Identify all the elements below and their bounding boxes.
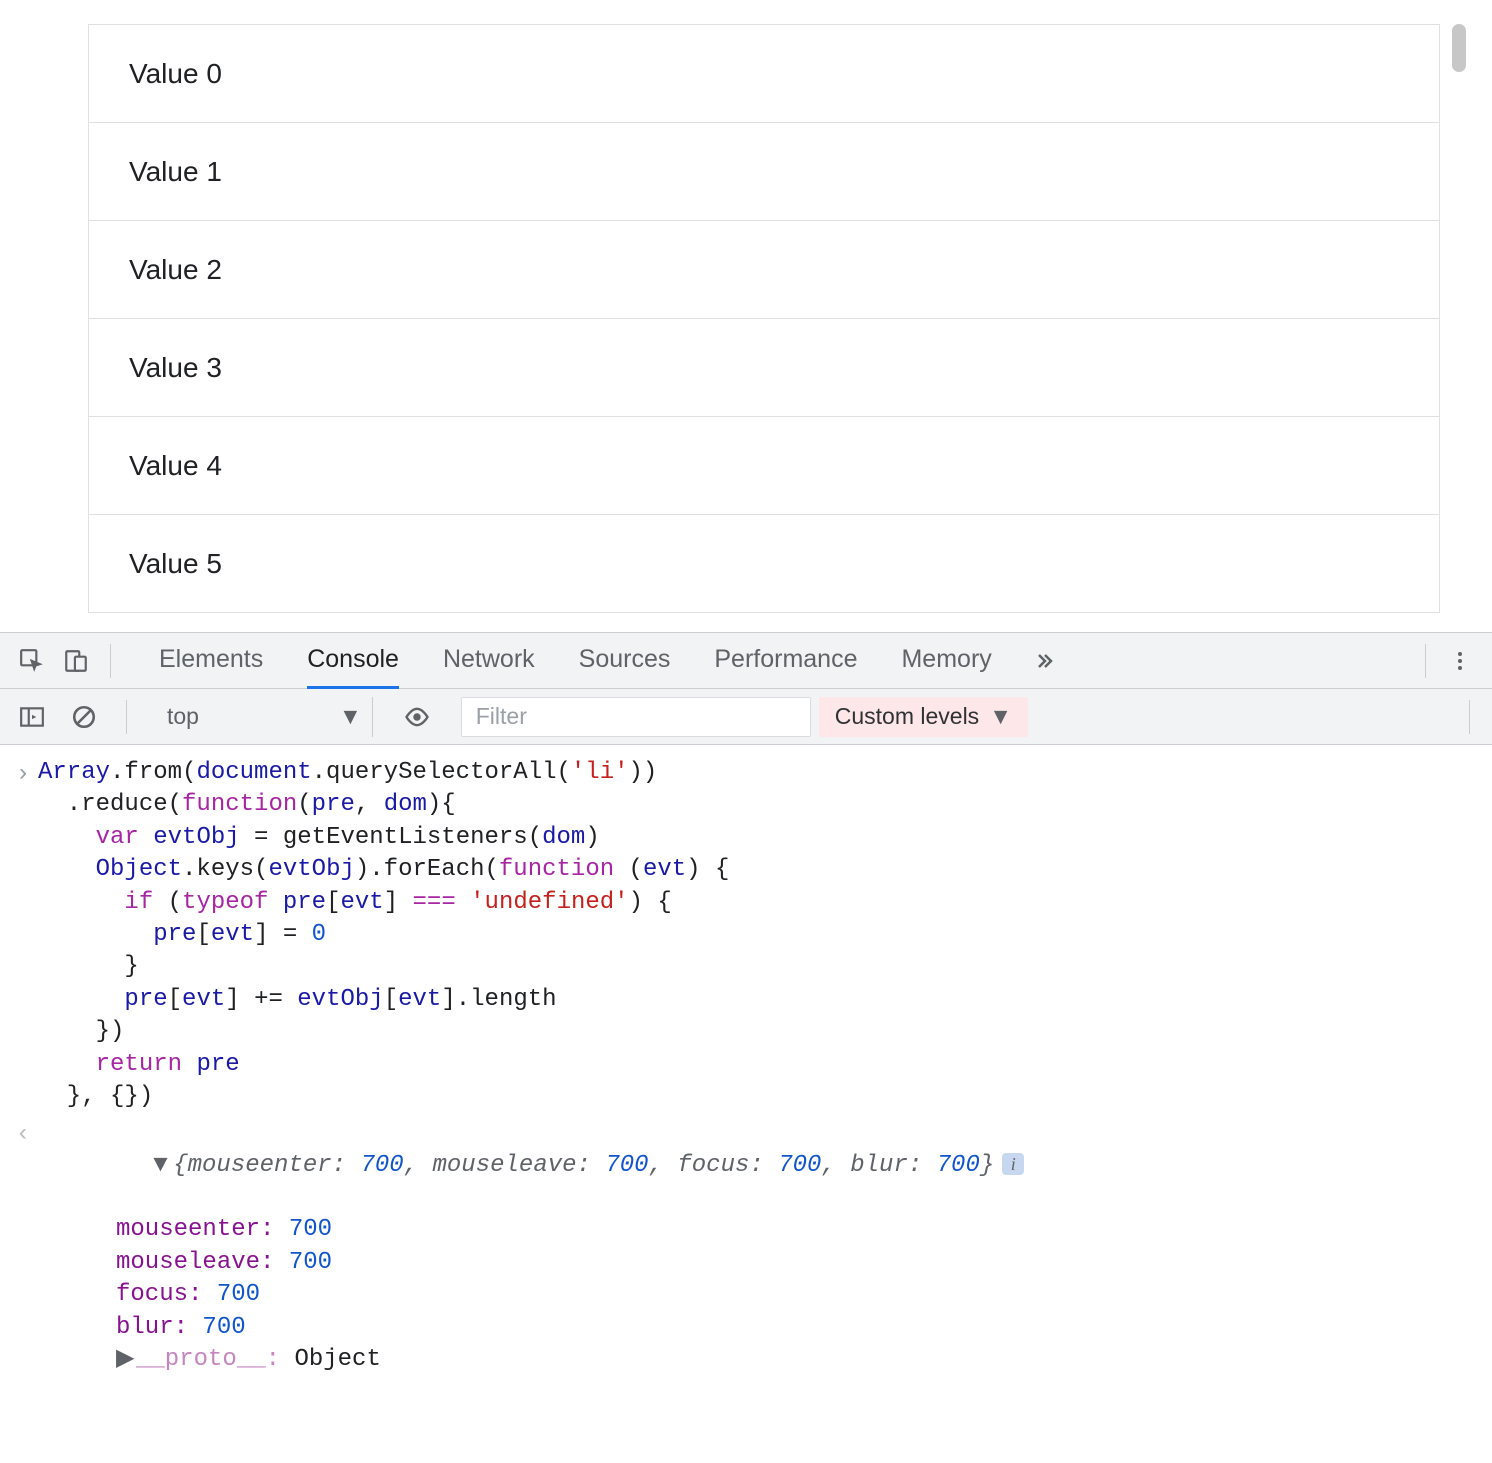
chevron-down-icon: ▼ bbox=[339, 703, 362, 730]
execution-context-label: top bbox=[167, 703, 199, 730]
divider bbox=[126, 700, 127, 734]
inspect-element-icon[interactable] bbox=[10, 639, 54, 683]
devtools-tabbar: Elements Console Network Sources Performance… bbox=[0, 633, 1492, 689]
list-item[interactable]: Value 4 bbox=[89, 417, 1439, 515]
kebab-menu-icon[interactable] bbox=[1438, 639, 1482, 683]
console-filter-input[interactable] bbox=[461, 697, 811, 737]
result-summary: {mouseenter: 700, mouseleave: 700, focus… bbox=[173, 1152, 994, 1179]
console-input-row[interactable]: › Array.from(document.querySelectorAll('… bbox=[0, 755, 1492, 1115]
list-item[interactable]: Value 1 bbox=[89, 123, 1439, 221]
divider bbox=[1469, 700, 1470, 734]
result-property[interactable]: blur: 700 bbox=[116, 1312, 1024, 1344]
log-levels-label: Custom levels bbox=[835, 703, 979, 730]
chevron-down-icon: ▼ bbox=[989, 703, 1012, 730]
clear-console-icon[interactable] bbox=[62, 695, 106, 739]
log-levels-selector[interactable]: Custom levels ▼ bbox=[819, 697, 1028, 737]
page-scrollbar[interactable] bbox=[1452, 24, 1466, 604]
device-toolbar-icon[interactable] bbox=[54, 639, 98, 683]
console-input-code: Array.from(document.querySelectorAll('li… bbox=[38, 757, 729, 1113]
tab-sources[interactable]: Sources bbox=[579, 633, 671, 689]
console-result-row[interactable]: ‹ ▼{mouseenter: 700, mouseleave: 700, fo… bbox=[0, 1115, 1492, 1443]
tab-console[interactable]: Console bbox=[307, 633, 399, 689]
list-item[interactable]: Value 3 bbox=[89, 319, 1439, 417]
list-item[interactable]: Value 5 bbox=[89, 515, 1439, 613]
divider bbox=[1425, 644, 1426, 678]
overflow-tabs-icon[interactable] bbox=[1022, 639, 1066, 683]
tab-elements[interactable]: Elements bbox=[159, 633, 263, 689]
prompt-icon: › bbox=[8, 757, 38, 791]
result-proto[interactable]: ▶__proto__: Object bbox=[116, 1344, 1024, 1376]
info-icon[interactable]: i bbox=[1002, 1153, 1024, 1175]
divider bbox=[110, 644, 111, 678]
result-properties: mouseenter: 700mouseleave: 700focus: 700… bbox=[116, 1214, 1024, 1376]
tab-network[interactable]: Network bbox=[443, 633, 535, 689]
tab-performance[interactable]: Performance bbox=[714, 633, 857, 689]
console-result: ▼{mouseenter: 700, mouseleave: 700, focu… bbox=[38, 1117, 1024, 1441]
list-item[interactable]: Value 2 bbox=[89, 221, 1439, 319]
execution-context-selector[interactable]: top ▼ bbox=[151, 697, 373, 737]
live-expression-icon[interactable] bbox=[395, 695, 439, 739]
console-sidebar-toggle-icon[interactable] bbox=[10, 695, 54, 739]
result-property[interactable]: mouseenter: 700 bbox=[116, 1214, 1024, 1246]
value-list: Value 0Value 1Value 2Value 3Value 4Value… bbox=[88, 24, 1440, 613]
result-property[interactable]: mouseleave: 700 bbox=[116, 1247, 1024, 1279]
tab-memory[interactable]: Memory bbox=[901, 633, 991, 689]
expand-toggle-icon[interactable]: ▶ bbox=[116, 1344, 136, 1376]
result-icon: ‹ bbox=[8, 1117, 38, 1151]
console-output: › Array.from(document.querySelectorAll('… bbox=[0, 745, 1492, 1463]
page-scrollbar-thumb[interactable] bbox=[1452, 24, 1466, 72]
expand-toggle-icon[interactable]: ▼ bbox=[153, 1150, 173, 1182]
devtools-panel: Elements Console Network Sources Performance… bbox=[0, 632, 1492, 1463]
list-item[interactable]: Value 0 bbox=[89, 25, 1439, 123]
console-toolbar: top ▼ Custom levels ▼ bbox=[0, 689, 1492, 745]
result-property[interactable]: focus: 700 bbox=[116, 1279, 1024, 1311]
devtools-tabs: Elements Console Network Sources Performance… bbox=[159, 633, 992, 689]
page-preview: Value 0Value 1Value 2Value 3Value 4Value… bbox=[0, 0, 1492, 632]
